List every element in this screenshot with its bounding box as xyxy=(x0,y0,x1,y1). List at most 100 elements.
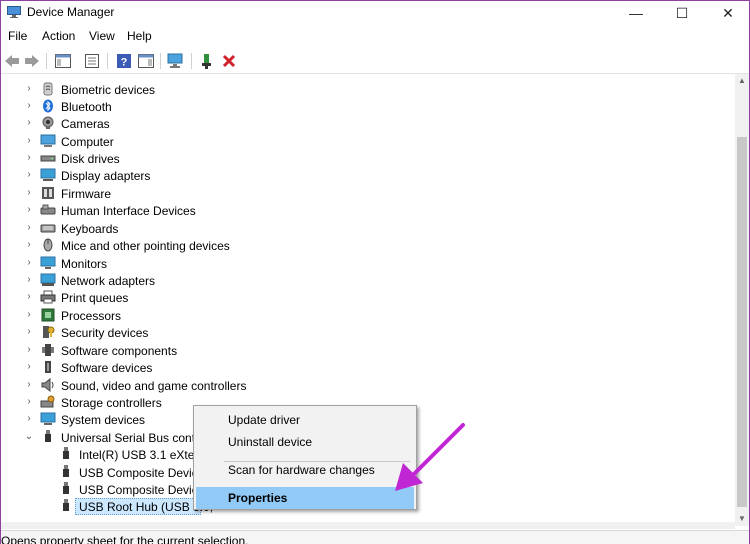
tree-item-label: Sound, video and game controllers xyxy=(61,379,247,393)
tree-item-print-queues[interactable]: › Print queues xyxy=(1,289,735,306)
forward-arrow-icon xyxy=(25,55,39,67)
forward-button[interactable] xyxy=(23,52,41,70)
firmware-icon xyxy=(42,187,54,199)
tree-item-computer[interactable]: › Computer xyxy=(1,133,735,150)
tree-item-label: Universal Serial Bus contro xyxy=(61,431,206,445)
mouse-icon xyxy=(43,238,53,252)
software-component-icon xyxy=(42,344,54,356)
update-driver-button[interactable] xyxy=(198,52,216,70)
chevron-right-icon[interactable]: › xyxy=(24,309,34,320)
scroll-up-icon[interactable]: ▲ xyxy=(737,76,747,85)
toolbar: ? xyxy=(1,48,749,74)
svg-text:?: ? xyxy=(121,57,128,69)
maximize-button[interactable]: ☐ xyxy=(659,1,705,25)
usb-plug-icon xyxy=(63,499,69,511)
scrollbar-thumb[interactable] xyxy=(737,137,747,507)
chevron-right-icon[interactable]: › xyxy=(24,326,34,337)
tree-item-display-adapters[interactable]: › Display adapters xyxy=(1,167,735,184)
chevron-right-icon[interactable]: › xyxy=(24,222,34,233)
fingerprint-icon xyxy=(43,82,53,96)
usb-plug-icon xyxy=(63,447,69,459)
context-item-label: Update driver xyxy=(228,413,301,427)
menu-help[interactable]: Help xyxy=(127,29,152,43)
show-hide-console-tree-button[interactable] xyxy=(54,52,72,70)
tree-item-software-components[interactable]: › Software components xyxy=(1,342,735,359)
minimize-icon: — xyxy=(629,5,643,21)
monitor-icon xyxy=(40,256,56,269)
status-bar: Opens property sheet for the current sel… xyxy=(1,530,749,544)
tree-item-processors[interactable]: › Processors xyxy=(1,307,735,324)
tree-item-biometric-devices[interactable]: › Biometric devices xyxy=(1,81,735,98)
usb-icon xyxy=(45,430,51,442)
chevron-right-icon[interactable]: › xyxy=(24,117,34,128)
chevron-right-icon[interactable]: › xyxy=(24,344,34,355)
back-arrow-icon xyxy=(5,55,19,67)
menu-action[interactable]: Action xyxy=(42,29,75,43)
chevron-right-icon[interactable]: › xyxy=(24,291,34,302)
tree-item-firmware[interactable]: › Firmware xyxy=(1,185,735,202)
properties-button[interactable] xyxy=(83,52,101,70)
chevron-right-icon[interactable]: › xyxy=(24,274,34,285)
tree-item-bluetooth[interactable]: › Bluetooth xyxy=(1,98,735,115)
chevron-right-icon[interactable]: › xyxy=(24,169,34,180)
chevron-right-icon[interactable]: › xyxy=(24,379,34,390)
tree-item-mice[interactable]: › Mice and other pointing devices xyxy=(1,237,735,254)
scroll-down-icon[interactable]: ▼ xyxy=(737,514,747,523)
chevron-right-icon[interactable]: › xyxy=(24,361,34,372)
chevron-right-icon[interactable]: › xyxy=(24,135,34,146)
help-icon: ? xyxy=(117,54,131,69)
tree-item-human-interface-devices[interactable]: › Human Interface Devices xyxy=(1,202,735,219)
window-title: Device Manager xyxy=(27,5,115,19)
chevron-right-icon[interactable]: › xyxy=(24,257,34,268)
menu-file[interactable]: File xyxy=(8,29,27,43)
security-device-icon xyxy=(43,326,55,338)
tree-item-disk-drives[interactable]: › Disk drives xyxy=(1,150,735,167)
chevron-right-icon[interactable]: › xyxy=(24,187,34,198)
tree-item-monitors[interactable]: › Monitors xyxy=(1,255,735,272)
chevron-right-icon[interactable]: › xyxy=(24,396,34,407)
horizontal-scrollbar[interactable] xyxy=(1,522,735,529)
help-button[interactable]: ? xyxy=(115,52,133,70)
speaker-icon xyxy=(41,378,54,392)
tree-item-label: Bluetooth xyxy=(61,100,112,114)
tree-item-keyboards[interactable]: › Keyboards xyxy=(1,220,735,237)
tree-item-label: Software components xyxy=(61,344,178,358)
chevron-right-icon[interactable]: › xyxy=(24,239,34,250)
update-driver-icon xyxy=(202,54,211,69)
properties-sheet-icon xyxy=(85,54,99,68)
uninstall-device-button[interactable] xyxy=(220,52,238,70)
vertical-scrollbar[interactable]: ▲ ▼ xyxy=(735,74,749,526)
chevron-right-icon[interactable]: › xyxy=(24,100,34,111)
processor-icon xyxy=(41,308,55,322)
tree-item-sound-video-game-controllers[interactable]: › Sound, video and game controllers xyxy=(1,377,735,394)
camera-icon xyxy=(42,116,54,129)
maximize-icon: ☐ xyxy=(675,4,689,21)
bluetooth-icon xyxy=(43,99,53,113)
network-adapter-icon xyxy=(40,273,56,286)
menu-view[interactable]: View xyxy=(89,29,115,43)
tree-item-network-adapters[interactable]: › Network adapters xyxy=(1,272,735,289)
minimize-button[interactable]: — xyxy=(613,1,659,25)
tree-item-software-devices[interactable]: › Software devices xyxy=(1,359,735,376)
show-hide-console-tree-icon xyxy=(55,54,71,68)
system-device-icon xyxy=(40,412,56,425)
hid-icon xyxy=(40,204,56,215)
close-button[interactable]: ✕ xyxy=(705,1,750,25)
scan-hardware-icon xyxy=(167,53,183,68)
tree-item-label: USB Composite Device xyxy=(79,466,205,480)
chevron-right-icon[interactable]: › xyxy=(24,152,34,163)
tree-item-security-devices[interactable]: › Security devices xyxy=(1,324,735,341)
action-pane-button[interactable] xyxy=(137,52,155,70)
back-button[interactable] xyxy=(3,52,21,70)
chevron-right-icon[interactable]: › xyxy=(24,83,34,94)
chevron-right-icon[interactable]: › xyxy=(24,204,34,215)
tree-item-label: Keyboards xyxy=(61,222,119,236)
tree-item-cameras[interactable]: › Cameras xyxy=(1,115,735,132)
annotation-arrow-icon xyxy=(395,423,465,491)
tree-item-label: Network adapters xyxy=(61,274,156,288)
device-manager-icon xyxy=(7,6,21,18)
close-icon: ✕ xyxy=(722,4,734,21)
chevron-down-icon[interactable]: ⌄ xyxy=(24,431,34,442)
chevron-right-icon[interactable]: › xyxy=(24,413,34,424)
scan-hardware-button[interactable] xyxy=(167,52,185,70)
